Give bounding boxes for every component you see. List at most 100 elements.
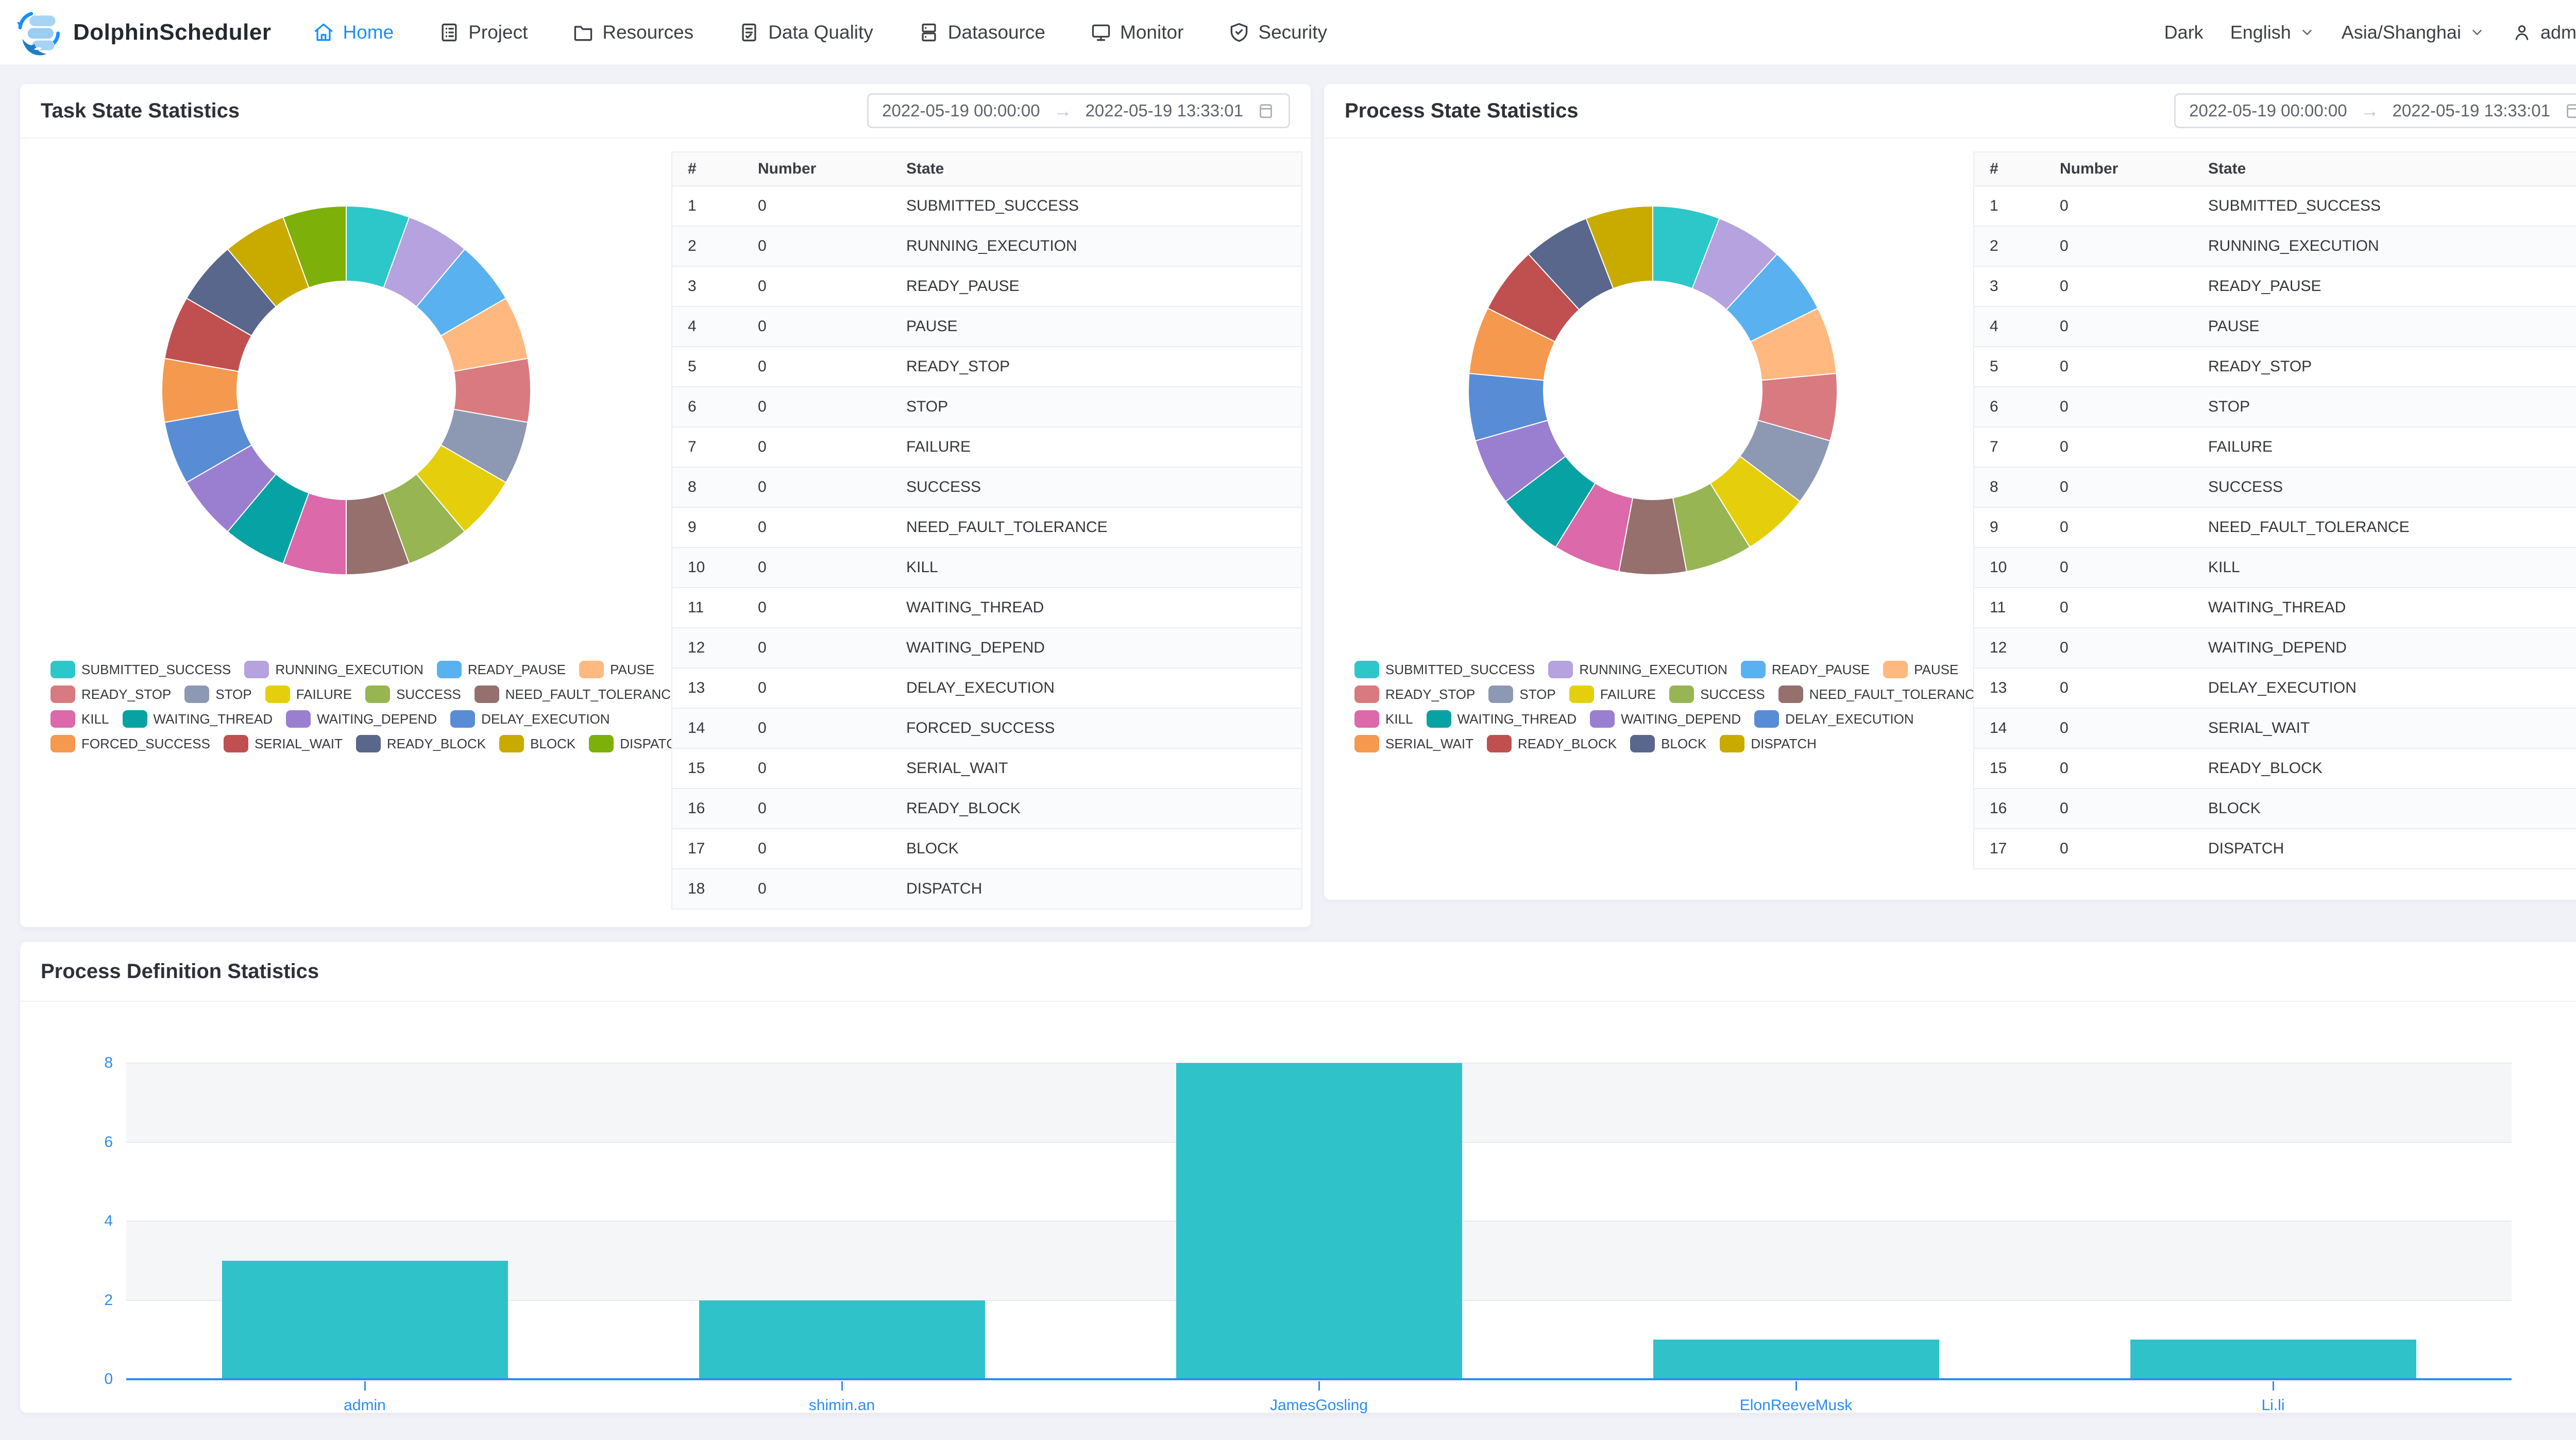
legend-marker	[1487, 735, 1512, 752]
timezone-select[interactable]: Asia/Shanghai	[2342, 22, 2485, 43]
user-menu[interactable]: admin	[2512, 22, 2576, 43]
table-cell: 12	[1974, 639, 2044, 657]
nav-item-resources[interactable]: Resources	[572, 21, 693, 44]
legend-item[interactable]: DELAY_EXECUTION	[450, 710, 609, 728]
legend-item[interactable]: SUBMITTED_SUCCESS	[50, 661, 231, 678]
table-cell: 16	[672, 800, 742, 817]
theme-toggle[interactable]: Dark	[2164, 22, 2204, 43]
shield-icon	[1228, 21, 1250, 44]
legend-item[interactable]: STOP	[1488, 685, 1555, 703]
legend-item[interactable]: KILL	[1354, 710, 1413, 728]
legend-item[interactable]: SUCCESS	[365, 685, 461, 703]
legend-marker	[50, 710, 75, 728]
legend-item[interactable]: SUCCESS	[1669, 685, 1765, 703]
table-cell: 13	[672, 679, 742, 697]
legend-label: RUNNING_EXECUTION	[275, 662, 423, 678]
card-title: Process State Statistics	[1345, 99, 1579, 123]
x-axis-category-label: ElonReeveMusk	[1667, 1397, 1925, 1414]
legend-item[interactable]: PAUSE	[579, 661, 654, 678]
legend-item[interactable]: RUNNING_EXECUTION	[1548, 661, 1727, 678]
calendar-icon[interactable]	[2564, 101, 2576, 120]
legend-item[interactable]: READY_BLOCK	[356, 735, 486, 752]
table-cell: READY_STOP	[891, 358, 1301, 375]
x-axis-line	[126, 1378, 2512, 1380]
table-cell: DISPATCH	[891, 880, 1301, 898]
table-cell: 0	[742, 398, 891, 416]
table-row: 90NEED_FAULT_TOLERANCE	[1974, 508, 2576, 548]
table-cell: 6	[1974, 398, 2044, 416]
table-row: 170DISPATCH	[1974, 829, 2576, 869]
x-axis-category-label: Li.li	[2144, 1397, 2402, 1414]
legend-item[interactable]: READY_PAUSE	[437, 661, 566, 678]
bar[interactable]	[1176, 1063, 1462, 1379]
date-start[interactable]: 2022-05-19 00:00:00	[2189, 101, 2347, 121]
legend-item[interactable]: NEED_FAULT_TOLERANCE	[474, 685, 680, 703]
legend-row: KILL WAITING_THREAD WAITING_DEPEND DELAY_EX…	[1354, 710, 1984, 728]
table-cell: KILL	[2193, 559, 2576, 576]
legend-label: SERIAL_WAIT	[1385, 736, 1473, 752]
brand[interactable]: DolphinScheduler	[13, 6, 271, 59]
x-axis-tick	[1795, 1381, 1797, 1391]
date-range-picker[interactable]: 2022-05-19 00:00:00 → 2022-05-19 13:33:0…	[867, 93, 1290, 128]
table-cell: 17	[1974, 840, 2044, 858]
table-cell: 9	[1974, 519, 2044, 536]
date-end[interactable]: 2022-05-19 13:33:01	[2393, 101, 2550, 121]
table-cell: 17	[672, 840, 742, 858]
legend-item[interactable]: READY_BLOCK	[1487, 735, 1617, 752]
nav-item-security[interactable]: Security	[1228, 21, 1327, 44]
nav-item-data-quality[interactable]: Data Quality	[738, 21, 873, 44]
legend-item[interactable]: NEED_FAULT_TOLERANCE	[1778, 685, 1984, 703]
legend-item[interactable]: WAITING_DEPEND	[286, 710, 437, 728]
table-row: 160READY_BLOCK	[672, 789, 1301, 829]
legend-item[interactable]: DISPATCH	[1720, 735, 1817, 752]
nav-item-project[interactable]: Project	[438, 21, 528, 44]
date-start[interactable]: 2022-05-19 00:00:00	[882, 101, 1040, 121]
bar[interactable]	[2130, 1340, 2416, 1379]
legend-item[interactable]: BLOCK	[499, 735, 575, 752]
legend-item[interactable]: WAITING_DEPEND	[1590, 710, 1741, 728]
bar[interactable]	[222, 1261, 508, 1379]
chevron-down-icon	[2299, 25, 2315, 40]
table-cell: WAITING_DEPEND	[2193, 639, 2576, 657]
nav-item-datasource[interactable]: Datasource	[918, 21, 1045, 44]
top-navbar: DolphinScheduler Home Project Resources …	[0, 0, 2576, 64]
legend-item[interactable]: WAITING_THREAD	[123, 710, 273, 728]
language-select[interactable]: English	[2230, 22, 2315, 43]
calendar-icon[interactable]	[1257, 101, 1275, 120]
nav-item-home[interactable]: Home	[312, 21, 394, 44]
date-range-picker[interactable]: 2022-05-19 00:00:00 → 2022-05-19 13:33:0…	[2174, 93, 2576, 128]
legend-item[interactable]: FORCED_SUCCESS	[50, 735, 210, 752]
nav-item-label: Datasource	[948, 22, 1045, 43]
legend-item[interactable]: RUNNING_EXECUTION	[244, 661, 423, 678]
legend-item[interactable]: FAILURE	[1569, 685, 1656, 703]
folder-icon	[572, 21, 595, 44]
table-cell: 7	[1974, 438, 2044, 456]
table-header-row: #NumberState	[1974, 152, 2576, 186]
table-cell: 0	[2044, 679, 2193, 697]
legend-item[interactable]: STOP	[184, 685, 251, 703]
table-row: 120WAITING_DEPEND	[1974, 628, 2576, 668]
nav-item-monitor[interactable]: Monitor	[1090, 21, 1183, 44]
legend-marker	[123, 710, 147, 728]
bar[interactable]	[1653, 1340, 1939, 1379]
date-end[interactable]: 2022-05-19 13:33:01	[1086, 101, 1243, 121]
legend-item[interactable]: FAILURE	[265, 685, 352, 703]
table-cell: WAITING_THREAD	[2193, 599, 2576, 616]
legend-item[interactable]: READY_PAUSE	[1741, 661, 1870, 678]
legend-item[interactable]: WAITING_THREAD	[1427, 710, 1577, 728]
bar[interactable]	[699, 1300, 985, 1380]
legend-item[interactable]: KILL	[50, 710, 109, 728]
legend-item[interactable]: READY_STOP	[50, 685, 171, 703]
legend-item[interactable]: SERIAL_WAIT	[1354, 735, 1473, 752]
table-cell: 0	[2044, 237, 2193, 255]
legend-item[interactable]: SUBMITTED_SUCCESS	[1354, 661, 1535, 678]
legend-item[interactable]: READY_STOP	[1354, 685, 1475, 703]
legend-item[interactable]: BLOCK	[1630, 735, 1706, 752]
legend-item[interactable]: DELAY_EXECUTION	[1754, 710, 1913, 728]
legend-label: KILL	[81, 711, 109, 727]
legend-marker	[1427, 710, 1451, 728]
table-cell: READY_PAUSE	[891, 278, 1301, 295]
task-state-table: #NumberState10SUBMITTED_SUCCESS20RUNNING…	[671, 151, 1302, 910]
legend-item[interactable]: PAUSE	[1883, 661, 1958, 678]
legend-item[interactable]: SERIAL_WAIT	[224, 735, 343, 752]
